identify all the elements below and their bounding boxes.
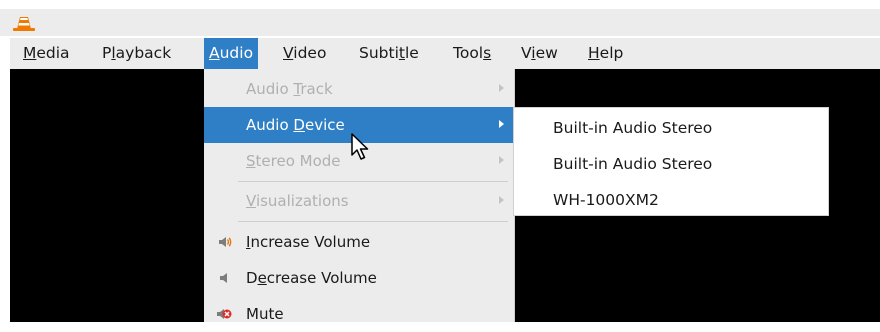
mouse-pointer-icon (351, 133, 369, 160)
volume-up-icon (219, 237, 232, 247)
mute-icon (217, 309, 232, 319)
audio-device-submenu: Built-in Audio Stereo Built-in Audio Ste… (513, 107, 829, 216)
title-bar (0, 0, 880, 36)
audio-device-option[interactable]: Built-in Audio Stereo (514, 110, 828, 146)
submenu-arrow-icon (499, 84, 504, 92)
title-bar-strip (0, 9, 880, 36)
menu-help[interactable]: Help (583, 38, 628, 69)
menu-item-audio-track[interactable]: Audio Track (204, 71, 514, 107)
volume-down-icon (220, 273, 227, 283)
menu-item-mute[interactable]: Mute (204, 296, 514, 332)
menu-bar: Media Playback Audio Video Subtitle Tool… (10, 38, 880, 69)
menu-audio[interactable]: Audio (204, 38, 259, 69)
menu-tools-accel: s (483, 44, 492, 62)
menu-video-accel: V (283, 44, 294, 62)
audio-device-option[interactable]: Built-in Audio Stereo (514, 146, 828, 182)
menu-item-increase-volume[interactable]: Increase Volume (204, 224, 514, 260)
submenu-arrow-icon (499, 120, 504, 128)
menu-video[interactable]: Video (278, 38, 331, 69)
menu-separator (238, 221, 508, 222)
submenu-arrow-icon (499, 156, 504, 164)
menu-separator (238, 181, 508, 182)
menu-audio-accel: A (209, 44, 220, 62)
menu-view[interactable]: View (516, 38, 563, 69)
menu-media-accel: M (23, 44, 37, 62)
submenu-arrow-icon (499, 196, 504, 204)
vlc-logo-icon (13, 17, 35, 31)
menu-help-accel: H (588, 44, 600, 62)
menu-item-visualizations[interactable]: Visualizations (204, 183, 514, 219)
menu-tools[interactable]: Tools (448, 38, 496, 69)
menu-media[interactable]: Media (18, 38, 75, 69)
menu-subtitle[interactable]: Subtitle (354, 38, 424, 69)
menu-playback[interactable]: Playback (97, 38, 176, 69)
audio-device-option[interactable]: WH-1000XM2 (514, 182, 828, 218)
menu-item-decrease-volume[interactable]: Decrease Volume (204, 260, 514, 296)
audio-menu: Audio Track Audio Device Stereo Mode Vis… (204, 69, 514, 323)
